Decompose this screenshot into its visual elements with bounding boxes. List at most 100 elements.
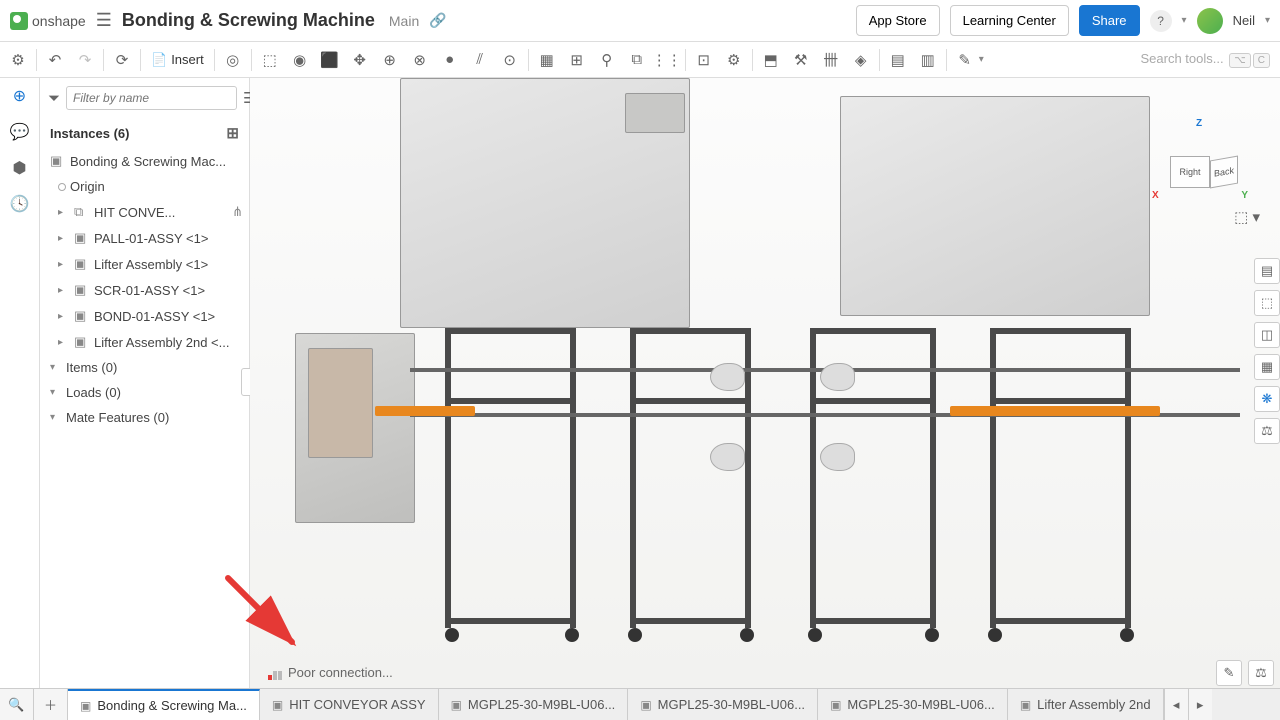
planar-mate-icon[interactable]: ✥ xyxy=(346,46,374,74)
user-dropdown-icon[interactable]: ▾ xyxy=(1265,15,1270,26)
versions-icon[interactable]: 🕓 xyxy=(8,192,32,216)
tab[interactable]: ▣ Bonding & Screwing Ma... xyxy=(68,689,260,720)
appearance-icon[interactable]: ❋ xyxy=(1254,386,1280,412)
measure-tool-icon[interactable]: ✎ xyxy=(1216,660,1242,686)
collapse-icon[interactable]: ▾ xyxy=(50,412,62,423)
app-store-button[interactable]: App Store xyxy=(856,5,940,36)
reload-icon[interactable]: ⟳ xyxy=(108,46,136,74)
tab-scroll-left-icon[interactable]: ◂ xyxy=(1164,689,1188,720)
tool3-icon[interactable]: ◈ xyxy=(847,46,875,74)
tree-item[interactable]: ▸ ▣ SCR-01-ASSY <1> xyxy=(40,277,249,303)
expand-icon[interactable]: ▸ xyxy=(58,259,70,270)
user-name[interactable]: Neil xyxy=(1233,13,1255,28)
search-tools[interactable]: Search tools... ⌥C xyxy=(1141,51,1277,68)
tree-origin[interactable]: Origin xyxy=(40,174,249,199)
mass-tool-icon[interactable]: ⚖ xyxy=(1248,660,1274,686)
tree-item[interactable]: ▸ ⧉ HIT CONVE... ⋔ xyxy=(40,199,249,225)
pin-slot-icon[interactable]: ⊗ xyxy=(406,46,434,74)
help-dropdown-icon[interactable]: ▾ xyxy=(1182,15,1187,26)
group-icon[interactable]: ▦ xyxy=(533,46,561,74)
collapse-icon[interactable]: ▾ xyxy=(50,387,62,398)
measure-icon[interactable]: ✎ xyxy=(951,46,979,74)
insert-button[interactable]: 📄 Insert xyxy=(145,46,210,74)
tree-item[interactable]: ▸ ▣ BOND-01-ASSY <1> xyxy=(40,303,249,329)
feature-tree-icon[interactable]: ⚙ xyxy=(4,46,32,74)
tangent-mate-icon[interactable]: ⊙ xyxy=(496,46,524,74)
add-instance-icon[interactable]: ⊞ xyxy=(226,124,239,142)
ball-mate-icon[interactable]: ● xyxy=(436,46,464,74)
replicate-icon[interactable]: ⧉ xyxy=(623,46,651,74)
link-icon[interactable]: 🔗 xyxy=(429,12,446,29)
document-title[interactable]: Bonding & Screwing Machine xyxy=(122,10,375,31)
tree-item[interactable]: ▸ ▣ PALL-01-ASSY <1> xyxy=(40,225,249,251)
exploded-view-icon[interactable]: ▤ xyxy=(884,46,912,74)
isometric-icon[interactable]: ⬚ xyxy=(1254,290,1280,316)
tab-label: MGPL25-30-M9BL-U06... xyxy=(468,697,615,712)
tab[interactable]: ▣ MGPL25-30-M9BL-U06... xyxy=(439,689,629,720)
mate-connector-icon[interactable]: ⊞ xyxy=(563,46,591,74)
tab-search-icon[interactable]: 🔍 xyxy=(0,689,34,720)
gear-relation-icon[interactable]: ⚙ xyxy=(720,46,748,74)
expand-icon[interactable]: ▸ xyxy=(58,233,70,244)
tab[interactable]: ▣ HIT CONVEYOR ASSY xyxy=(260,689,439,720)
revolute-icon[interactable]: ◎ xyxy=(219,46,247,74)
logo[interactable]: onshape xyxy=(10,12,86,30)
tool2-icon[interactable]: 卌 xyxy=(817,46,845,74)
view-3d-icon[interactable]: ⬚ ▾ xyxy=(1234,208,1260,226)
add-component-icon[interactable]: ⊕ xyxy=(8,84,32,108)
fastened-icon[interactable]: ⬚ xyxy=(256,46,284,74)
tool1-icon[interactable]: ⚒ xyxy=(787,46,815,74)
revolute-mate-icon[interactable]: ◉ xyxy=(286,46,314,74)
display-states-icon[interactable]: ▥ xyxy=(914,46,942,74)
tree-item[interactable]: ▸ ▣ Lifter Assembly <1> xyxy=(40,251,249,277)
tree-items-section[interactable]: ▾ Items (0) xyxy=(40,355,249,380)
tab-part-icon: ▣ xyxy=(451,698,462,712)
slider-mate-icon[interactable]: ⬛ xyxy=(316,46,344,74)
snap-icon[interactable]: ⊡ xyxy=(690,46,718,74)
branch-label[interactable]: Main xyxy=(389,13,419,29)
viewcube-right[interactable]: Right xyxy=(1170,156,1210,188)
expand-icon[interactable]: ▸ xyxy=(58,337,70,348)
redo-icon[interactable]: ↷ xyxy=(71,46,99,74)
tree-loads-section[interactable]: ▾ Loads (0) xyxy=(40,380,249,405)
undo-icon[interactable]: ↶ xyxy=(41,46,69,74)
help-icon[interactable]: ? xyxy=(1150,10,1172,32)
collapse-icon[interactable]: ▾ xyxy=(50,362,62,373)
tab[interactable]: ▣ MGPL25-30-M9BL-U06... xyxy=(818,689,1008,720)
tree-root[interactable]: ▣ Bonding & Screwing Mac... xyxy=(40,148,249,174)
tab-add-icon[interactable]: ＋ xyxy=(34,689,68,720)
measure-dropdown-icon[interactable]: ▾ xyxy=(979,54,984,65)
materials-icon[interactable]: ⬢ xyxy=(8,156,32,180)
relation-icon[interactable]: ⚲ xyxy=(593,46,621,74)
filter-icon[interactable]: ⏷ xyxy=(48,90,60,107)
mass-props-icon[interactable]: ⚖ xyxy=(1254,418,1280,444)
named-position-icon[interactable]: ⬒ xyxy=(757,46,785,74)
user-avatar[interactable] xyxy=(1197,8,1223,34)
comments-icon[interactable]: 💬 xyxy=(8,120,32,144)
expand-icon[interactable]: ▸ xyxy=(58,285,70,296)
pattern-icon[interactable]: ⋮⋮ xyxy=(653,46,681,74)
share-button[interactable]: Share xyxy=(1079,5,1140,36)
hide-show-icon[interactable]: ▤ xyxy=(1254,258,1280,284)
display-icon[interactable]: ▦ xyxy=(1254,354,1280,380)
learning-center-button[interactable]: Learning Center xyxy=(950,5,1069,36)
tab-label: Bonding & Screwing Ma... xyxy=(97,698,247,713)
instances-header[interactable]: Instances (6) ⊞ xyxy=(40,118,249,148)
cylindrical-mate-icon[interactable]: ⊕ xyxy=(376,46,404,74)
section-icon[interactable]: ◫ xyxy=(1254,322,1280,348)
tree-mates-section[interactable]: ▾ Mate Features (0) xyxy=(40,405,249,430)
menu-icon[interactable]: ☰ xyxy=(96,10,112,31)
tab-scroll-right-icon[interactable]: ▸ xyxy=(1188,689,1212,720)
expand-icon[interactable]: ▸ xyxy=(58,207,70,218)
viewcube-back[interactable]: Back xyxy=(1210,156,1238,189)
tab[interactable]: ▣ MGPL25-30-M9BL-U06... xyxy=(628,689,818,720)
viewport[interactable]: Z Right Back Y X ⬚ ▾ ▤ ⬚ ◫ ▦ ❋ ⚖ xyxy=(250,78,1280,688)
expand-icon[interactable]: ▸ xyxy=(58,311,70,322)
viewcube[interactable]: Z Right Back Y X xyxy=(1160,128,1240,188)
tab[interactable]: ▣ Lifter Assembly 2nd xyxy=(1008,689,1164,720)
tab-assembly-icon: ▣ xyxy=(80,699,91,713)
filter-input[interactable] xyxy=(66,86,237,110)
model-canvas[interactable] xyxy=(250,78,1280,688)
parallel-mate-icon[interactable]: ⫽ xyxy=(466,46,494,74)
tree-item[interactable]: ▸ ▣ Lifter Assembly 2nd <... xyxy=(40,329,249,355)
